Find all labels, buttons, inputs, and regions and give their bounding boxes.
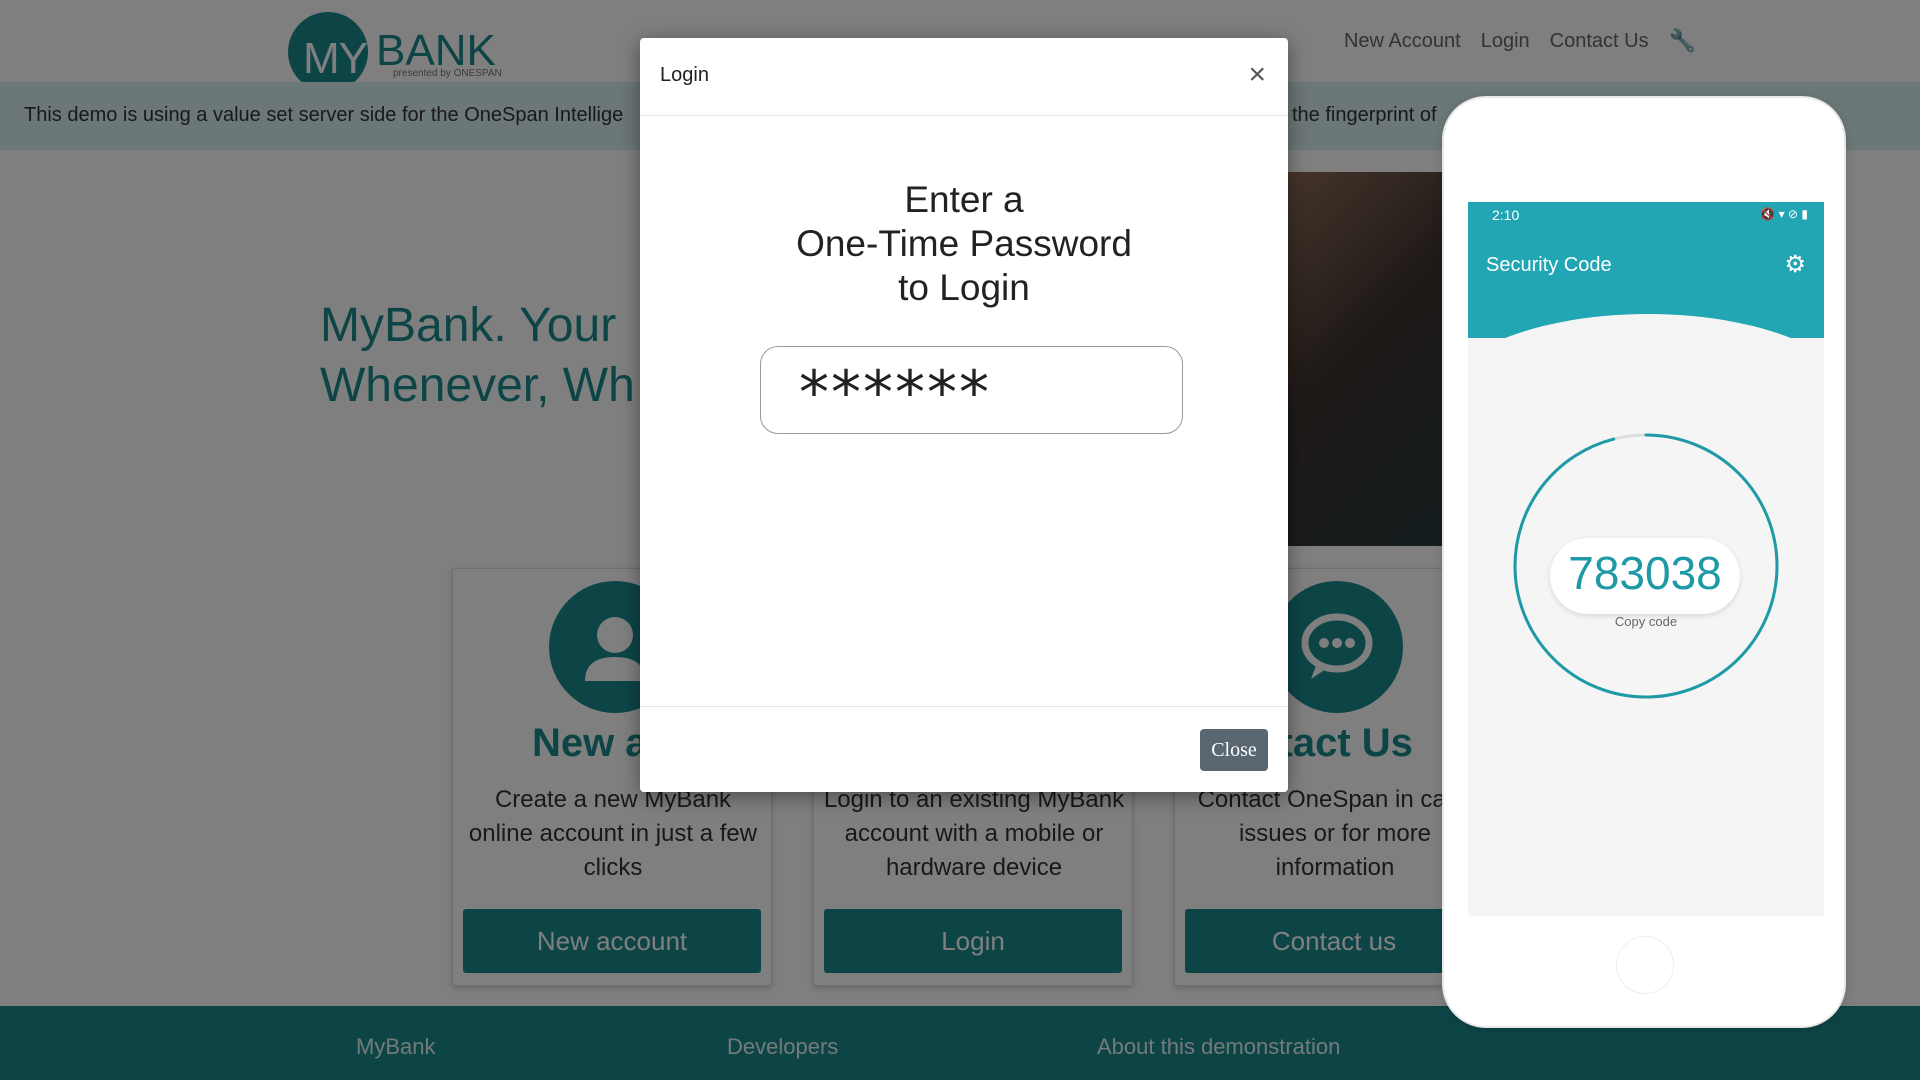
status-time: 2:10 [1492,207,1520,223]
otp-heading-line1: Enter a [904,179,1024,220]
login-modal: Login × Enter a One-Time Password to Log… [640,38,1288,792]
close-button[interactable]: Close [1200,729,1268,771]
phone-home-button [1616,936,1674,994]
status-icons: 🔇 ▾ ⊘ ▮ [1760,207,1808,221]
app-title: Security Code [1486,254,1612,276]
modal-header: Login × [640,38,1288,116]
phone-mockup: 2:10 🔇 ▾ ⊘ ▮ Security Code ⚙ 783038 Copy… [1442,96,1846,1028]
security-code: 783038 [1568,547,1722,599]
otp-heading-line3: to Login [898,267,1030,308]
modal-footer: Close [640,706,1288,792]
close-icon[interactable]: × [1248,60,1266,90]
phone-status-bar: 2:10 🔇 ▾ ⊘ ▮ [1468,202,1824,228]
otp-input[interactable] [760,346,1183,434]
code-pill[interactable]: 783038 [1550,538,1740,614]
gear-icon[interactable]: ⚙ [1784,250,1806,279]
modal-title: Login [660,64,709,86]
otp-heading-line2: One-Time Password [796,223,1132,264]
phone-screen: 2:10 🔇 ▾ ⊘ ▮ Security Code ⚙ 783038 Copy… [1468,202,1824,916]
otp-heading: Enter a One-Time Password to Login [640,178,1288,310]
copy-code-link[interactable]: Copy code [1468,614,1824,629]
